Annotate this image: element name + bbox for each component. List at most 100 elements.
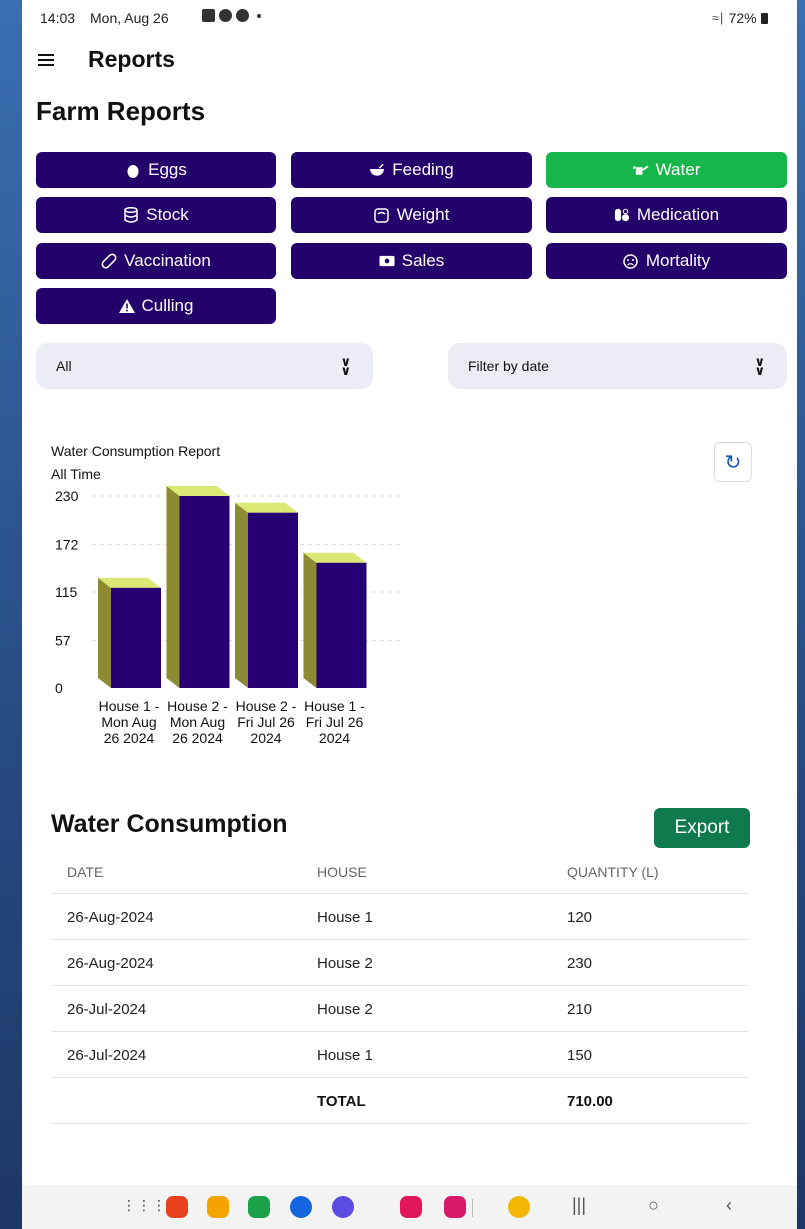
browser-app-icon[interactable] xyxy=(332,1196,354,1218)
y-tick-label: 0 xyxy=(55,680,63,696)
cell-date: 26-Jul-2024 xyxy=(67,1001,147,1018)
report-button-eggs[interactable]: Eggs xyxy=(36,152,276,188)
x-tick-label: 26 2024 xyxy=(172,730,223,746)
scale-icon xyxy=(374,207,390,223)
money-icon xyxy=(379,253,395,269)
cell-quantity: 150 xyxy=(567,1047,593,1064)
x-tick-label: House 2 - xyxy=(236,698,297,714)
app-drawer-icon[interactable]: ⋮⋮⋮ xyxy=(122,1197,167,1214)
x-tick-label: Fri Jul 26 xyxy=(306,714,364,730)
back-icon[interactable]: ‹ xyxy=(726,1195,732,1216)
report-button-feeding[interactable]: Feeding xyxy=(291,152,532,188)
page-title: Farm Reports xyxy=(36,96,206,126)
battery-icon xyxy=(760,12,768,24)
camera-app-icon[interactable] xyxy=(400,1196,422,1218)
status-date: Mon, Aug 26 xyxy=(90,10,169,26)
app-notification-icon-2 xyxy=(236,9,249,22)
gallery-notification-icon xyxy=(202,9,215,22)
watering-can-icon xyxy=(632,162,649,178)
bar xyxy=(248,512,298,688)
menu-icon[interactable] xyxy=(38,54,54,66)
bar xyxy=(111,587,161,688)
double-chevron-down-icon: ∨ ∨ xyxy=(340,354,351,378)
bar-side xyxy=(98,577,111,688)
cell-house: House 2 xyxy=(317,1001,373,1018)
warning-icon xyxy=(118,298,135,314)
double-chevron-down-icon: ∨ ∨ xyxy=(754,354,765,378)
x-tick-label: 26 2024 xyxy=(104,730,155,746)
table-row: 26-Aug-2024 House 2 230 xyxy=(51,940,749,986)
messages-app-icon[interactable] xyxy=(290,1196,312,1218)
home-icon[interactable]: ○ xyxy=(648,1195,659,1216)
bar xyxy=(179,496,230,688)
report-button-medication[interactable]: Medication xyxy=(546,197,787,233)
cell-house: House 2 xyxy=(317,955,373,972)
export-button[interactable]: Export xyxy=(654,808,750,848)
table-title: Water Consumption xyxy=(51,810,288,838)
x-tick-label: House 1 - xyxy=(304,698,365,714)
report-button-weight[interactable]: Weight xyxy=(291,197,532,233)
date-filter-dropdown[interactable]: Filter by date ∨ ∨ xyxy=(448,343,787,389)
recent-apps-icon[interactable]: ||| xyxy=(572,1195,586,1216)
cell-date: 26-Aug-2024 xyxy=(67,909,154,926)
cell-house: House 1 xyxy=(317,909,373,926)
cell-quantity: 210 xyxy=(567,1001,593,1018)
date-filter-value: Filter by date xyxy=(468,358,549,374)
report-button-vaccination[interactable]: Vaccination xyxy=(36,243,276,279)
sad-face-icon xyxy=(623,253,639,269)
report-button-water[interactable]: Water xyxy=(546,152,787,188)
report-button-label: Stock xyxy=(146,205,189,224)
background-left xyxy=(0,0,22,1229)
bar-side xyxy=(235,502,248,688)
x-tick-label: Fri Jul 26 xyxy=(237,714,295,730)
folder-app-icon[interactable] xyxy=(207,1196,229,1218)
cell-quantity: 120 xyxy=(567,909,593,926)
chrome-app-icon[interactable] xyxy=(508,1196,530,1218)
report-button-sales[interactable]: Sales xyxy=(291,243,532,279)
pills-icon xyxy=(614,207,630,223)
report-button-mortality[interactable]: Mortality xyxy=(546,243,787,279)
cell-date: 26-Aug-2024 xyxy=(67,955,154,972)
status-bar: 14:03 Mon, Aug 26 ≈∣ 72% xyxy=(22,0,797,36)
phone-app-icon[interactable] xyxy=(248,1196,270,1218)
cell-house: House 1 xyxy=(317,1047,373,1064)
egg-icon xyxy=(125,162,141,178)
report-button-label: Eggs xyxy=(148,160,187,179)
app-bar: Reports xyxy=(22,38,797,82)
table-header-row: DATE HOUSE QUANTITY (L) xyxy=(51,850,749,894)
chart-title: Water Consumption Report xyxy=(51,443,221,459)
status-right: ≈∣ 72% xyxy=(712,10,768,26)
y-tick-label: 172 xyxy=(55,536,79,552)
bowl-icon xyxy=(369,162,385,178)
header-date: DATE xyxy=(67,864,104,880)
header-quantity: QUANTITY (L) xyxy=(567,864,659,880)
table-row: 26-Jul-2024 House 2 210 xyxy=(51,986,749,1032)
more-notifications-dot-icon xyxy=(257,13,261,18)
app-notification-icon xyxy=(219,9,232,22)
y-tick-label: 57 xyxy=(55,632,71,648)
bar xyxy=(316,562,367,688)
flower-app-icon[interactable] xyxy=(444,1196,466,1218)
app-screen: 14:03 Mon, Aug 26 ≈∣ 72% Reports Farm Re… xyxy=(22,0,797,1229)
report-button-label: Medication xyxy=(636,205,720,224)
x-tick-label: House 2 - xyxy=(167,698,228,714)
x-tick-label: House 1 - xyxy=(99,698,160,714)
house-filter-value: All xyxy=(56,358,72,374)
x-tick-label: 2024 xyxy=(250,730,281,746)
app-shortcut-icon[interactable] xyxy=(166,1196,188,1218)
table-row: 26-Jul-2024 House 1 150 xyxy=(51,1032,749,1078)
refresh-button[interactable]: ↻ xyxy=(714,442,752,482)
status-time: 14:03 xyxy=(40,10,76,26)
report-button-culling[interactable]: Culling xyxy=(36,288,276,324)
report-button-label: Vaccination xyxy=(124,251,211,270)
cell-quantity: 230 xyxy=(567,955,593,972)
total-label: TOTAL xyxy=(317,1093,366,1110)
background-right xyxy=(797,0,805,1229)
cell-date: 26-Jul-2024 xyxy=(67,1047,147,1064)
report-button-label: Feeding xyxy=(392,160,454,179)
refresh-icon: ↻ xyxy=(724,451,742,474)
house-filter-dropdown[interactable]: All ∨ ∨ xyxy=(36,343,373,389)
header-house: HOUSE xyxy=(317,864,367,880)
x-tick-label: Mon Aug xyxy=(170,714,225,730)
report-button-stock[interactable]: Stock xyxy=(36,197,276,233)
